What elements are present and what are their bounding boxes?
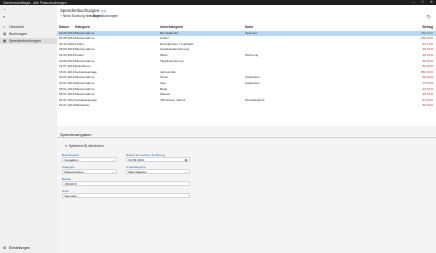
sidebar-item-label: Spendenbuchungen xyxy=(9,39,42,43)
calendar-icon: ▦ xyxy=(184,158,188,162)
plus-icon: + xyxy=(60,14,62,18)
gear-icon: ⚙ xyxy=(3,246,7,250)
chevron-down-icon: ⌄ xyxy=(184,170,188,174)
delete-icon: ✕ xyxy=(89,14,92,18)
column-header[interactable]: Unterkategorie xyxy=(160,25,183,29)
count-badge: (14) xyxy=(100,8,106,13)
hamburger-menu-icon[interactable]: ≡ xyxy=(3,15,5,19)
pencil-icon: ✎ xyxy=(65,144,68,148)
amount-input[interactable]: 150,00 € xyxy=(62,181,190,186)
chevron-down-icon: ⌄ xyxy=(111,170,115,174)
sidebar-item-label: Übersicht xyxy=(9,25,25,29)
sidebar-item-settings[interactable]: ⚙ Einstellungen xyxy=(0,245,57,251)
sidebar-item-label: Buchungen xyxy=(9,32,28,36)
divider xyxy=(57,137,436,138)
column-header[interactable]: Datum xyxy=(59,25,69,29)
note-input[interactable]: Spenden xyxy=(62,193,190,198)
category-select[interactable]: Mieteinnahme ⌄ xyxy=(62,169,117,174)
subcategory-select[interactable]: Barmitglieder ⌄ xyxy=(126,169,190,174)
sidebar-item-donations[interactable]: ▦ Spendenbuchungen xyxy=(0,38,57,44)
save-button[interactable]: ✎ Speichern xyxy=(65,144,83,148)
main-content: Spendenbuchungen (14) + Neue Buchung hin… xyxy=(57,5,436,253)
window-title: Gemeinschaftsgut - Alle Finanzbuchungen xyxy=(3,0,67,5)
sidebar-item-label: Einstellungen xyxy=(9,246,31,250)
erase-icon: ⌫ xyxy=(83,144,88,148)
home-icon: ⌂ xyxy=(3,25,6,29)
back-arrow-icon[interactable]: ← xyxy=(3,7,7,11)
cancel-button[interactable]: ⌫ Abbrechen xyxy=(83,144,104,148)
table-row[interactable]: 01.01.2019 Mitarbeiter -50,00 € xyxy=(57,103,436,109)
delete-booking-button[interactable]: ✕ Neue Buchungen xyxy=(89,14,118,18)
booking-type-select[interactable]: Ausgaben ⌄ xyxy=(62,157,117,162)
page-title: Spendenbuchungen (14) xyxy=(60,7,106,13)
date-cell: 01.01.2019 xyxy=(59,103,75,108)
detail-panel: Spendenangaben ✎ Speichern ⌫ Abbrechen B… xyxy=(57,126,436,253)
list-icon: ▤ xyxy=(3,32,7,36)
table-header: Datum Kategorie Unterkategorie Notiz Bet… xyxy=(57,25,436,30)
chevron-down-icon: ⌄ xyxy=(111,158,115,162)
amount-cell: -50,00 € xyxy=(421,103,433,108)
refresh-icon[interactable]: ↻ xyxy=(427,14,431,20)
sidebar-item-overview[interactable]: ⌂ Übersicht xyxy=(0,24,57,30)
column-header[interactable]: Notiz xyxy=(245,25,253,29)
category-cell: Mitarbeiter xyxy=(75,103,90,108)
sidebar-item-bookings[interactable]: ▤ Buchungen xyxy=(0,31,57,37)
sidebar: ← ≡ ⌂ Übersicht ▤ Buchungen ▦ Spendenbuc… xyxy=(0,5,57,253)
date-picker[interactable]: 02.09.2019 ▦ xyxy=(126,157,190,162)
grid-icon: ▦ xyxy=(3,39,7,43)
column-header[interactable]: Kategorie xyxy=(75,25,90,29)
column-header[interactable]: Betrag xyxy=(423,25,433,29)
